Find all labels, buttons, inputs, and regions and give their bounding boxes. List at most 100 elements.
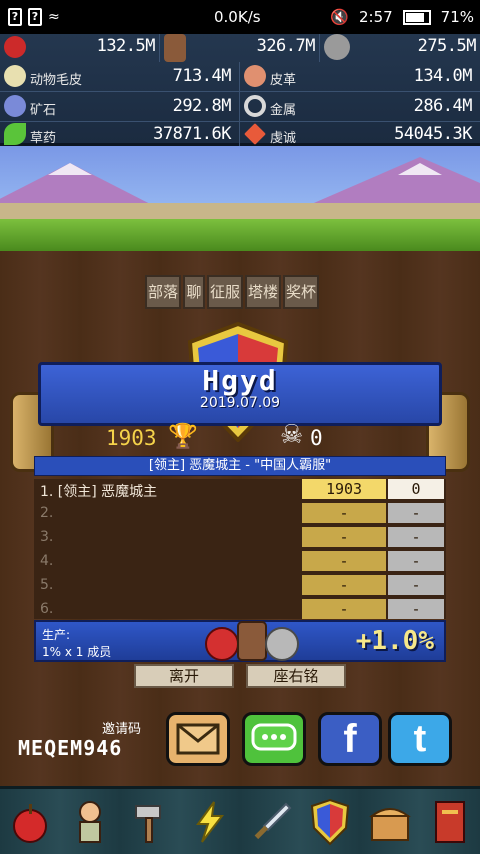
nav-build[interactable] [123, 795, 177, 849]
status-bar: ? ? ≈ 0.0K/s 🔇 2:57 71% [0, 0, 480, 34]
facebook-share-button[interactable]: f [318, 712, 382, 766]
resource-value: 275.5M [417, 36, 477, 56]
tab-conquest[interactable]: 征服 [207, 275, 243, 309]
bottom-nav [0, 786, 480, 854]
mail-share-button[interactable] [166, 712, 230, 766]
table-row[interactable]: 1. [领主] 恶魔城主 1903 0 [34, 479, 446, 501]
skull-icon: ☠ [280, 420, 304, 450]
network-speed: 0.0K/s [214, 8, 261, 26]
herb-icon [4, 123, 26, 145]
trophy-icon: 🏆 [168, 422, 198, 450]
motto-button[interactable]: 座右铭 [246, 664, 346, 688]
mountain [300, 157, 480, 209]
production-bar: 生产: 1% x 1 成员 +1.0% [34, 620, 446, 662]
resource-panel: 132.5M 326.7M 275.5M 动物毛皮 713.4M 皮革 134.… [0, 34, 480, 150]
fur-icon [4, 65, 26, 87]
table-row[interactable]: 4. - - [34, 551, 446, 573]
resource-value: 326.7M [256, 36, 316, 56]
invite-code[interactable]: MEQEM946 [18, 736, 122, 760]
nav-magic[interactable] [183, 795, 237, 849]
tab-tower[interactable]: 塔楼 [245, 275, 281, 309]
production-sub: 1% x 1 成员 [42, 645, 112, 659]
apple-icon [13, 803, 47, 843]
guild-tabs: 部落 聊 征服 塔楼 奖杯 [145, 275, 319, 309]
clock: 2:57 [358, 8, 393, 26]
member-name: 3. [40, 529, 54, 545]
hammer-icon [135, 804, 161, 843]
nav-villagers[interactable] [63, 795, 117, 849]
member-trophies: - [302, 527, 386, 547]
leave-button[interactable]: 离开 [134, 664, 234, 688]
piety-icon [244, 123, 266, 145]
metal-ring-icon [244, 95, 266, 117]
nav-food[interactable] [3, 795, 57, 849]
sim2-icon: ? [28, 8, 42, 26]
resource-value: 54045.3K [394, 124, 472, 144]
member-kills: - [388, 599, 444, 619]
resource-name: 动物毛皮 [30, 73, 83, 88]
guild-trophy-count: 1903 [106, 426, 157, 450]
resource-food[interactable]: 132.5M [0, 34, 160, 62]
sword-icon [254, 802, 292, 839]
resource-name: 金属 [270, 103, 297, 118]
treasure-chest-icon [369, 807, 411, 841]
nav-guild[interactable] [303, 795, 357, 849]
battery-icon [402, 9, 431, 25]
resource-value: 713.4M [172, 66, 232, 86]
nav-army[interactable] [243, 795, 297, 849]
twitter-share-button[interactable]: t [388, 712, 452, 766]
resource-fur[interactable]: 动物毛皮 713.4M [0, 62, 240, 92]
nav-book[interactable] [423, 795, 477, 849]
table-row[interactable]: 5. - - [34, 575, 446, 597]
resource-value: 132.5M [96, 36, 156, 56]
guild-date: 2019.07.09 [199, 395, 281, 411]
mountain-snow [48, 163, 92, 175]
resource-name: 虔诚 [270, 131, 297, 146]
resource-name: 皮革 [270, 73, 297, 88]
apple-icon [4, 36, 26, 58]
chat-share-button[interactable] [242, 712, 306, 766]
production-resources-icon [205, 621, 299, 661]
resource-wood[interactable]: 326.7M [160, 34, 320, 62]
tab-tribe[interactable]: 部落 [145, 275, 181, 309]
ore-icon [4, 95, 26, 117]
production-bonus: +1.0% [355, 626, 434, 656]
member-trophies: - [302, 575, 386, 595]
member-name: 5. [40, 577, 54, 593]
leather-icon [244, 65, 266, 87]
member-name: 1. [领主] 恶魔城主 [40, 484, 158, 500]
member-name: 4. [40, 553, 54, 569]
shield-icon [310, 798, 350, 845]
wood-log-icon [164, 34, 186, 62]
guild-kill-count: 0 [310, 426, 323, 450]
sim1-icon: ? [8, 8, 22, 26]
resource-value: 286.4M [413, 96, 473, 116]
resource-value: 134.0M [413, 66, 473, 86]
book-icon [435, 800, 465, 843]
resource-value: 37871.6K [153, 124, 231, 144]
table-row[interactable]: 2. - - [34, 503, 446, 525]
resource-leather[interactable]: 皮革 134.0M [240, 62, 480, 92]
member-trophies: - [302, 551, 386, 571]
resource-ore[interactable]: 矿石 292.8M [0, 92, 240, 122]
wifi-icon: ≈ [48, 9, 60, 25]
member-kills: - [388, 551, 444, 571]
resource-metal[interactable]: 金属 286.4M [240, 92, 480, 122]
grass-strip [0, 219, 480, 251]
invite-label: 邀请码 [102, 722, 142, 737]
mute-icon: 🔇 [330, 8, 349, 26]
resource-name: 矿石 [30, 103, 57, 118]
member-kills: - [388, 575, 444, 595]
landscape-scene [0, 146, 480, 251]
member-kills: - [388, 527, 444, 547]
resource-stone[interactable]: 275.5M [320, 34, 480, 62]
table-row[interactable]: 3. - - [34, 527, 446, 549]
guild-leader-line: [领主] 恶魔城主 - "中国人霸服" [34, 456, 446, 476]
battery-percent: 71% [440, 8, 474, 26]
tab-chat[interactable]: 聊 [183, 275, 205, 309]
tab-trophy[interactable]: 奖杯 [283, 275, 319, 309]
resource-row-1: 132.5M 326.7M 275.5M [0, 34, 480, 64]
guild-name: Hgyd [202, 364, 278, 397]
member-kills: 0 [388, 479, 444, 499]
nav-treasure[interactable] [363, 795, 417, 849]
